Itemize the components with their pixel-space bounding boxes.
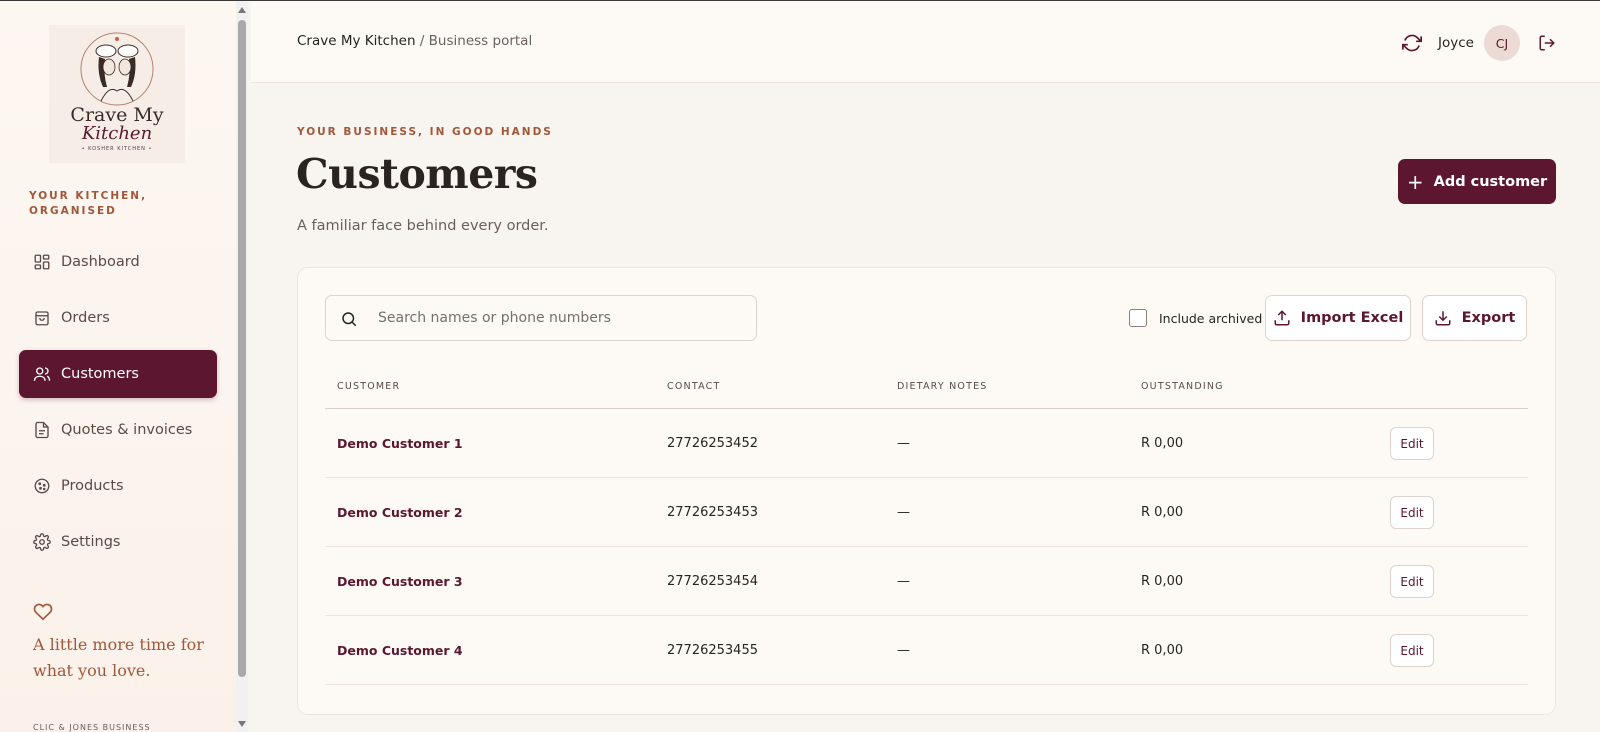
edit-button[interactable]: Edit bbox=[1390, 565, 1434, 598]
download-icon bbox=[1435, 311, 1451, 326]
breadcrumb-current: Business portal bbox=[428, 33, 533, 49]
edit-button[interactable]: Edit bbox=[1390, 427, 1434, 460]
brand-tag: • KOSHER KITCHEN • bbox=[81, 146, 153, 152]
sidebar-nav: Dashboard Orders Customers Quotes & invo… bbox=[19, 238, 217, 574]
export-label: Export bbox=[1461, 310, 1516, 326]
customer-contact: 27726253453 bbox=[667, 505, 758, 520]
table-header: CUSTOMER CONTACT DIETARY NOTES OUTSTANDI… bbox=[325, 368, 1528, 409]
table-row[interactable]: Demo Customer 1 27726253452 — R 0,00 Edi… bbox=[325, 409, 1528, 478]
sidebar-item-label: Dashboard bbox=[61, 254, 140, 270]
add-customer-button[interactable]: + Add customer bbox=[1398, 159, 1556, 204]
edit-button[interactable]: Edit bbox=[1390, 634, 1434, 667]
logout-icon[interactable] bbox=[1538, 34, 1556, 52]
customer-dietary: — bbox=[897, 436, 910, 451]
customer-dietary: — bbox=[897, 643, 910, 658]
users-icon bbox=[33, 365, 51, 383]
dashboard-icon bbox=[33, 253, 51, 271]
chefs-illustration-icon bbox=[80, 32, 154, 106]
top-header: Crave My Kitchen / Business portal Joyce… bbox=[251, 1, 1600, 83]
breadcrumb-root[interactable]: Crave My Kitchen bbox=[297, 33, 416, 49]
sidebar-eyebrow: YOUR KITCHEN, ORGANISED bbox=[29, 190, 148, 217]
table-row[interactable]: Demo Customer 4 27726253455 — R 0,00 Edi… bbox=[325, 616, 1528, 685]
column-header-outstanding[interactable]: OUTSTANDING bbox=[1141, 381, 1224, 392]
page-subtitle: A familiar face behind every order. bbox=[297, 218, 549, 234]
document-icon bbox=[33, 421, 51, 439]
customer-outstanding: R 0,00 bbox=[1141, 505, 1184, 520]
breadcrumb-separator: / bbox=[419, 33, 425, 49]
customers-card: Include archived Import Excel Export CUS… bbox=[297, 267, 1556, 715]
brand-name-line1: Crave My bbox=[70, 104, 164, 126]
table-row[interactable]: Demo Customer 3 27726253454 — R 0,00 Edi… bbox=[325, 547, 1528, 616]
sidebar-item-products[interactable]: Products bbox=[19, 462, 217, 510]
refresh-icon[interactable] bbox=[1402, 33, 1423, 53]
search-icon bbox=[342, 312, 357, 327]
header-actions: Joyce CJ bbox=[1402, 25, 1556, 61]
sidebar-item-label: Orders bbox=[61, 310, 110, 326]
sidebar-item-customers[interactable]: Customers bbox=[19, 350, 217, 398]
sidebar-scrollbar[interactable] bbox=[236, 1, 248, 732]
import-excel-label: Import Excel bbox=[1300, 310, 1404, 326]
customer-contact: 27726253454 bbox=[667, 574, 758, 589]
customer-name-link[interactable]: Demo Customer 4 bbox=[337, 643, 463, 658]
sidebar-item-label: Products bbox=[61, 478, 124, 494]
include-archived-checkbox[interactable] bbox=[1129, 309, 1147, 327]
sidebar-item-label: Settings bbox=[61, 534, 121, 550]
page-title: Customers bbox=[296, 150, 538, 198]
table-row[interactable]: Demo Customer 2 27726253453 — R 0,00 Edi… bbox=[325, 478, 1528, 547]
brand-logo: Crave My Kitchen • KOSHER KITCHEN • bbox=[49, 25, 185, 163]
include-archived-toggle[interactable]: Include archived bbox=[1129, 309, 1262, 327]
user-name: Joyce bbox=[1438, 35, 1474, 51]
upload-icon bbox=[1274, 310, 1290, 326]
cookie-icon bbox=[33, 477, 51, 495]
breadcrumb: Crave My Kitchen / Business portal bbox=[297, 33, 532, 49]
scroll-down-arrow-icon[interactable] bbox=[238, 721, 246, 727]
include-archived-label: Include archived bbox=[1159, 310, 1263, 326]
customer-outstanding: R 0,00 bbox=[1141, 643, 1184, 658]
sidebar-item-dashboard[interactable]: Dashboard bbox=[19, 238, 217, 286]
sidebar-item-settings[interactable]: Settings bbox=[19, 518, 217, 566]
plus-icon: + bbox=[1406, 169, 1424, 194]
column-header-contact[interactable]: CONTACT bbox=[667, 381, 720, 392]
customer-name-link[interactable]: Demo Customer 1 bbox=[337, 436, 463, 451]
page-eyebrow: YOUR BUSINESS, IN GOOD HANDS bbox=[297, 126, 553, 138]
sidebar-footer-text: CLIC & JONES BUSINESS bbox=[33, 723, 151, 732]
customer-name-link[interactable]: Demo Customer 3 bbox=[337, 574, 463, 589]
customer-contact: 27726253452 bbox=[667, 436, 758, 451]
edit-button[interactable]: Edit bbox=[1390, 496, 1434, 529]
customer-name-link[interactable]: Demo Customer 2 bbox=[337, 505, 463, 520]
search-box[interactable] bbox=[325, 295, 757, 341]
gear-icon bbox=[33, 533, 51, 551]
customer-outstanding: R 0,00 bbox=[1141, 574, 1184, 589]
sidebar-item-quotes-invoices[interactable]: Quotes & invoices bbox=[19, 406, 217, 454]
search-input[interactable] bbox=[378, 307, 738, 329]
brand-name-line2: Kitchen bbox=[81, 123, 153, 144]
column-header-dietary-notes[interactable]: DIETARY NOTES bbox=[897, 381, 988, 392]
sidebar-item-orders[interactable]: Orders bbox=[19, 294, 217, 342]
customer-dietary: — bbox=[897, 574, 910, 589]
column-header-customer[interactable]: CUSTOMER bbox=[337, 381, 400, 392]
customer-contact: 27726253455 bbox=[667, 643, 758, 658]
scrollbar-thumb[interactable] bbox=[238, 20, 246, 677]
import-excel-button[interactable]: Import Excel bbox=[1265, 295, 1411, 341]
avatar[interactable]: CJ bbox=[1484, 25, 1520, 61]
scroll-up-arrow-icon[interactable] bbox=[238, 7, 246, 13]
sidebar-item-label: Customers bbox=[61, 366, 139, 382]
heart-icon bbox=[33, 602, 53, 624]
export-button[interactable]: Export bbox=[1422, 295, 1527, 341]
shopping-bag-icon bbox=[33, 309, 51, 327]
sidebar-item-label: Quotes & invoices bbox=[61, 422, 193, 438]
sidebar-tagline: A little more time for what you love. bbox=[33, 635, 204, 680]
add-customer-label: Add customer bbox=[1433, 173, 1548, 190]
customer-dietary: — bbox=[897, 505, 910, 520]
sidebar: Crave My Kitchen • KOSHER KITCHEN • YOUR… bbox=[0, 1, 236, 732]
customer-outstanding: R 0,00 bbox=[1141, 436, 1184, 451]
